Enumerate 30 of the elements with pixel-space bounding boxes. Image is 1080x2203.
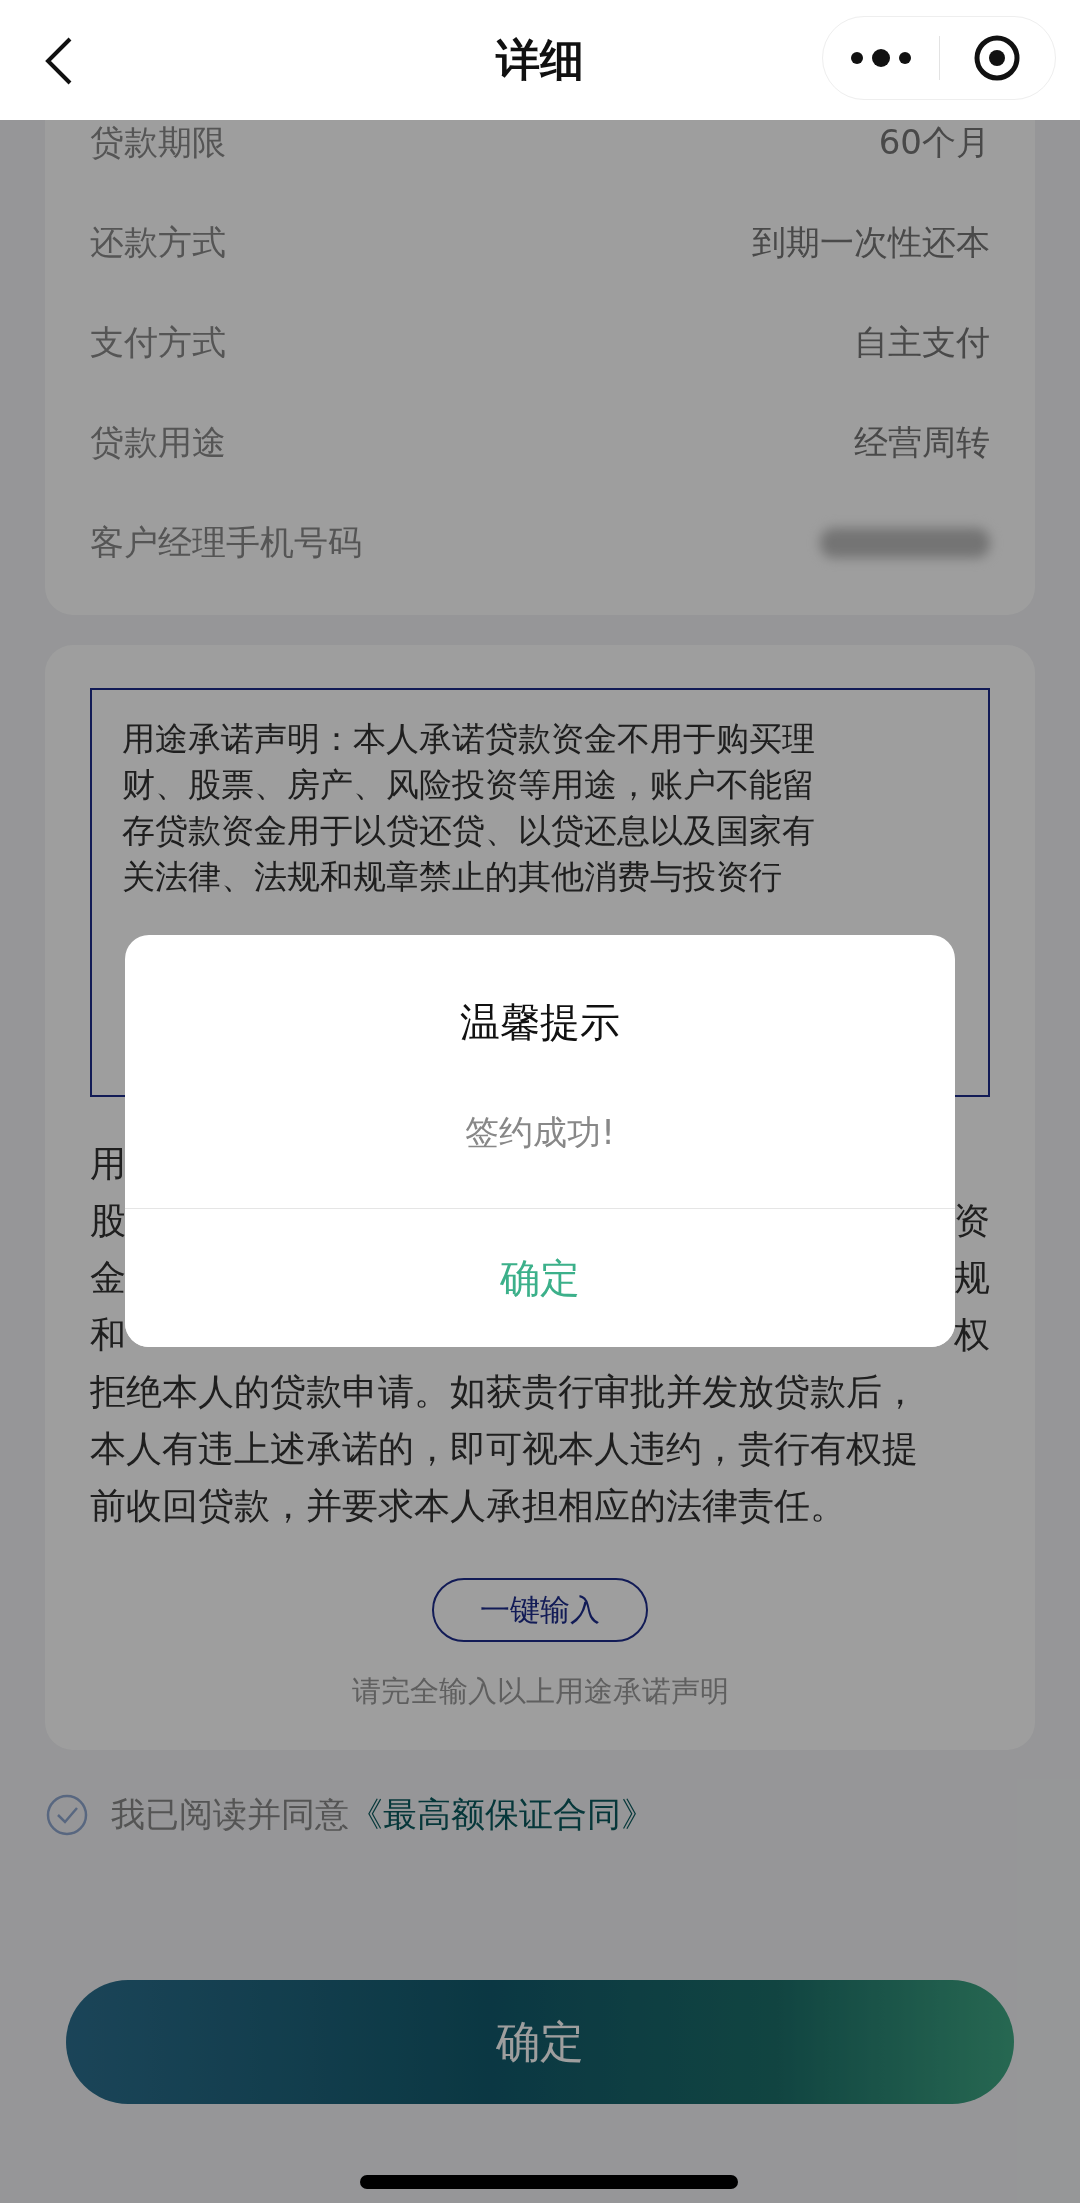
more-icon[interactable] — [848, 48, 913, 68]
detail-label: 贷款期限 — [90, 121, 226, 164]
one-click-fill-button[interactable]: 一键输入 — [432, 1578, 648, 1642]
statement-text-line: 前收回贷款，并要求本人承担相应的法律责任。 — [90, 1484, 847, 1528]
statement-text-fragment: 股 — [90, 1199, 126, 1243]
confirm-button[interactable]: 确定 — [66, 1980, 1014, 2104]
statement-text-fragment: 用 — [90, 1142, 126, 1186]
detail-value: 经营周转 — [854, 421, 990, 464]
statement-text-line: 本人有违上述承诺的，即可视本人违约，贵行有权提 — [90, 1427, 919, 1471]
statement-text-fragment: 规 — [954, 1256, 990, 1300]
statement-text-line: 拒绝本人的贷款申请。如获贵行审批并发放贷款后， — [90, 1370, 919, 1414]
statement-text-fragment: 和 — [90, 1313, 126, 1357]
checkbox[interactable] — [45, 1793, 89, 1837]
input-hint: 请完全输入以上用途承诺声明 — [350, 1673, 730, 1710]
detail-value: 60个月 — [878, 121, 990, 164]
back-icon[interactable] — [44, 36, 74, 86]
statement-text-fragment: 金 — [90, 1256, 126, 1300]
statement-text-fragment: 资 — [954, 1199, 990, 1243]
statement-text-fragment: 权 — [954, 1313, 990, 1357]
detail-label: 客户经理手机号码 — [90, 521, 362, 564]
detail-label: 贷款用途 — [90, 421, 226, 464]
dialog-message: 签约成功! — [465, 1111, 615, 1154]
page-title: 详细 — [496, 32, 584, 87]
detail-label: 支付方式 — [90, 321, 226, 364]
detail-value: 到期一次性还本 — [752, 221, 990, 264]
detail-label: 还款方式 — [90, 221, 226, 264]
dialog-title: 温馨提示 — [460, 998, 620, 1047]
contract-link[interactable]: 《最高额保证合同》 — [349, 1792, 655, 1838]
agreement-text: 我已阅读并同意 — [111, 1793, 349, 1836]
detail-value: 自主支付 — [854, 321, 990, 364]
